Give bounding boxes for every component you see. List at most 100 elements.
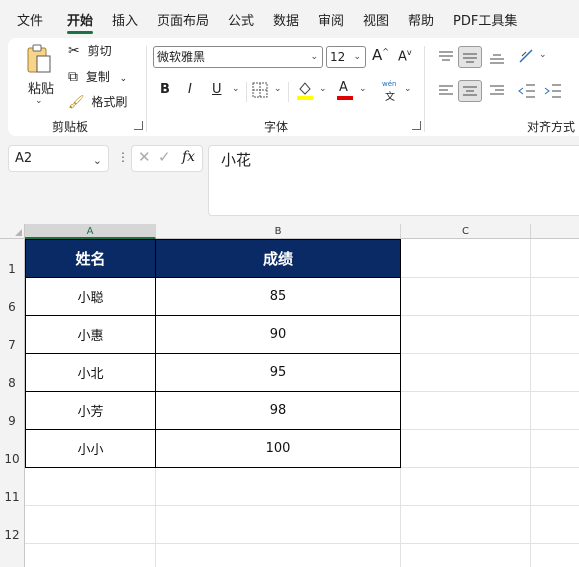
copy-icon: ⧉ bbox=[68, 69, 78, 85]
format-painter-button[interactable]: 🖌 格式刷 bbox=[68, 93, 127, 110]
decrease-indent-icon[interactable] bbox=[518, 83, 536, 99]
bold-button[interactable]: B bbox=[160, 82, 170, 97]
gridline bbox=[25, 543, 579, 544]
column-header-a[interactable]: A bbox=[25, 224, 156, 239]
shrink-font-button[interactable]: Av bbox=[398, 48, 412, 64]
table-cell-name[interactable]: 小惠 bbox=[25, 315, 156, 354]
name-box-value: A2 bbox=[15, 151, 33, 166]
align-left-icon[interactable] bbox=[438, 84, 454, 98]
select-all-triangle-icon bbox=[15, 229, 22, 236]
menu-page-layout[interactable]: 页面布局 bbox=[157, 10, 209, 29]
chevron-down-icon: ⌄ bbox=[310, 52, 318, 62]
cut-label: 剪切 bbox=[87, 44, 112, 58]
table-cell-score[interactable]: 90 bbox=[155, 315, 401, 354]
align-middle-icon bbox=[463, 53, 477, 63]
menu-home[interactable]: 开始 bbox=[67, 10, 93, 29]
format-painter-label: 格式刷 bbox=[91, 95, 128, 109]
copy-label: 复制 bbox=[85, 70, 110, 84]
phonetic-top-text: wén bbox=[382, 80, 397, 88]
border-icon[interactable] bbox=[252, 82, 268, 98]
font-group-label: 字体 bbox=[264, 120, 289, 134]
table-cell-name[interactable]: 小聪 bbox=[25, 277, 156, 316]
table-cell-score[interactable]: 100 bbox=[155, 429, 401, 468]
phonetic-bottom-text: 文 bbox=[385, 92, 395, 103]
column-header-b[interactable]: B bbox=[156, 224, 401, 239]
divider bbox=[246, 82, 247, 102]
align-right-icon[interactable] bbox=[489, 84, 505, 98]
align-center-icon bbox=[463, 86, 477, 96]
insert-function-icon[interactable]: fx bbox=[182, 149, 195, 165]
alignment-group-label: 对齐方式 bbox=[527, 120, 576, 134]
table-header-name[interactable]: 姓名 bbox=[25, 239, 156, 278]
table-cell-name[interactable]: 小小 bbox=[25, 429, 156, 468]
cancel-icon[interactable]: ✕ bbox=[138, 148, 151, 166]
align-top-icon[interactable] bbox=[438, 50, 454, 64]
table-cell-score[interactable]: 98 bbox=[155, 391, 401, 430]
chevron-down-icon[interactable]: ⌄ bbox=[120, 74, 128, 84]
font-size-combo[interactable]: 12 ⌄ bbox=[326, 46, 366, 68]
chevron-down-icon[interactable]: ⌄ bbox=[319, 84, 327, 94]
column-header-d[interactable] bbox=[531, 224, 579, 239]
menu-file[interactable]: 文件 bbox=[17, 10, 43, 29]
confirm-icon[interactable]: ✓ bbox=[158, 148, 171, 166]
menu-formulas[interactable]: 公式 bbox=[228, 10, 254, 29]
chevron-down-icon[interactable]: ⌄ bbox=[404, 84, 412, 94]
align-bottom-icon[interactable] bbox=[489, 50, 505, 64]
chevron-down-icon[interactable]: ⌄ bbox=[359, 84, 367, 94]
table-header-score[interactable]: 成绩 bbox=[155, 239, 401, 278]
menu-pdf-tools[interactable]: PDF工具集 bbox=[453, 10, 517, 29]
font-name-value: 微软雅黑 bbox=[157, 50, 206, 64]
group-separator bbox=[146, 46, 147, 132]
table-cell-name[interactable]: 小芳 bbox=[25, 391, 156, 430]
select-all-corner[interactable] bbox=[0, 224, 25, 239]
font-size-value: 12 bbox=[330, 50, 346, 64]
fill-color-icon[interactable] bbox=[296, 80, 314, 100]
chevron-down-icon[interactable]: ⌄ bbox=[274, 84, 282, 94]
row-header[interactable]: 6 bbox=[0, 277, 25, 315]
table-cell-name[interactable]: 小北 bbox=[25, 353, 156, 392]
align-middle-button[interactable] bbox=[458, 46, 482, 68]
table-cell-score[interactable]: 95 bbox=[155, 353, 401, 392]
grow-font-button[interactable]: A^ bbox=[372, 46, 389, 64]
row-header[interactable]: 7 bbox=[0, 315, 25, 353]
column-header-c[interactable]: C bbox=[401, 224, 531, 239]
menu-help[interactable]: 帮助 bbox=[408, 10, 434, 29]
align-center-button[interactable] bbox=[458, 80, 482, 102]
menu-data[interactable]: 数据 bbox=[273, 10, 299, 29]
name-box[interactable]: A2 ⌄ bbox=[8, 145, 109, 172]
italic-button[interactable]: I bbox=[188, 82, 192, 97]
row-header[interactable]: 9 bbox=[0, 391, 25, 429]
table-cell-score[interactable]: 85 bbox=[155, 277, 401, 316]
clipboard-dialog-launcher-icon[interactable] bbox=[134, 121, 143, 130]
menu-review[interactable]: 审阅 bbox=[318, 10, 344, 29]
chevron-down-icon: ⌄ bbox=[353, 52, 361, 62]
font-dialog-launcher-icon[interactable] bbox=[412, 121, 421, 130]
font-color-button[interactable]: A bbox=[336, 80, 354, 100]
paste-icon bbox=[27, 44, 51, 73]
paste-button[interactable]: 粘贴 ⌄ bbox=[18, 42, 58, 106]
text-orientation-icon[interactable] bbox=[518, 48, 536, 64]
copy-button[interactable]: ⧉ 复制 ⌄ bbox=[68, 68, 127, 85]
row-header[interactable]: 12 bbox=[0, 505, 25, 567]
row-header[interactable]: 10 bbox=[0, 429, 25, 467]
group-separator bbox=[424, 46, 425, 132]
formula-content: 小花 bbox=[221, 151, 252, 169]
chevron-down-icon[interactable]: ⌄ bbox=[35, 96, 43, 106]
row-header[interactable]: 8 bbox=[0, 353, 25, 391]
phonetic-guide-button[interactable]: wén 文 bbox=[382, 80, 400, 103]
increase-indent-icon[interactable] bbox=[544, 83, 562, 99]
formula-bar: A2 ⌄ ⋮ ✕ ✓ fx 小花 bbox=[0, 140, 579, 224]
cut-button[interactable]: ✂ 剪切 bbox=[68, 42, 112, 59]
formula-input[interactable]: 小花 bbox=[208, 145, 579, 216]
underline-button[interactable]: U bbox=[212, 82, 222, 97]
row-header[interactable]: 11 bbox=[0, 467, 25, 505]
formula-actions: ✕ ✓ fx bbox=[131, 145, 203, 172]
menu-view[interactable]: 视图 bbox=[363, 10, 389, 29]
font-name-combo[interactable]: 微软雅黑 ⌄ bbox=[153, 46, 323, 68]
chevron-down-icon[interactable]: ⌄ bbox=[539, 50, 547, 60]
row-header[interactable]: 1 bbox=[0, 239, 25, 277]
worksheet-grid[interactable]: A B C 1 6 7 8 9 10 11 12 姓名 成绩 小聪 85 小惠 … bbox=[0, 224, 579, 567]
chevron-down-icon[interactable]: ⌄ bbox=[232, 84, 240, 94]
menu-insert[interactable]: 插入 bbox=[112, 10, 138, 29]
more-options-icon[interactable]: ⋮ bbox=[117, 150, 129, 164]
